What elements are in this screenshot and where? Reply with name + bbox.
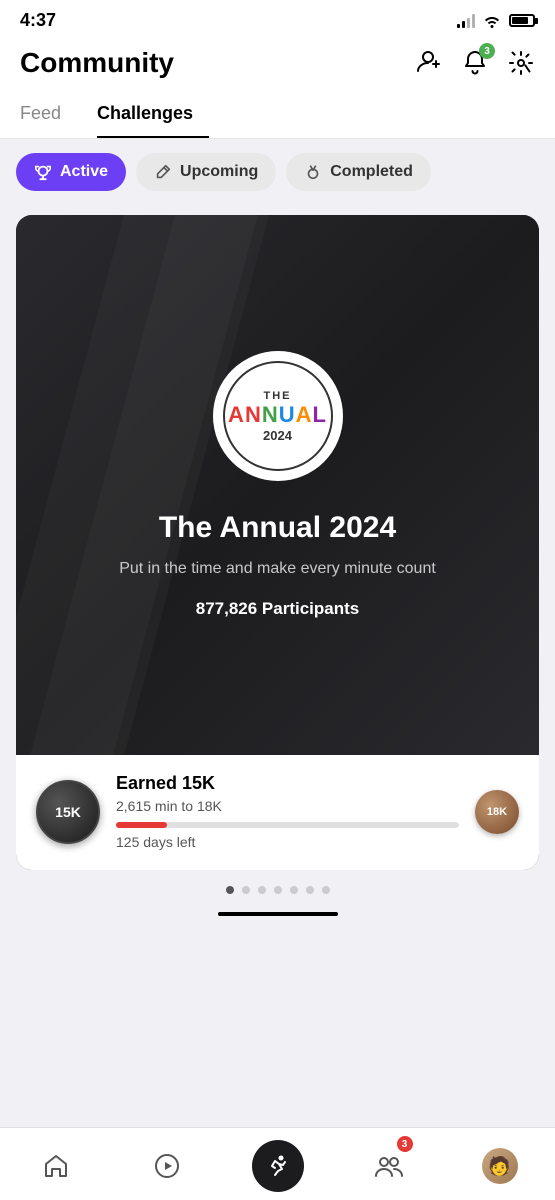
challenge-subtitle: Put in the time and make every minute co…: [119, 557, 436, 581]
status-time: 4:37: [20, 10, 56, 31]
tabs-bar: Feed Challenges: [0, 91, 555, 139]
dot-3[interactable]: [274, 886, 282, 894]
challenge-area: THE ANNUAL 2024 The Annual 2024 Put in t…: [0, 205, 555, 904]
activity-icon-wrap: [252, 1140, 304, 1192]
card-hero: THE ANNUAL 2024 The Annual 2024 Put in t…: [16, 215, 539, 755]
progress-bar: [116, 822, 459, 828]
settings-button[interactable]: [507, 49, 535, 77]
logo-the-text: THE: [264, 390, 292, 402]
notification-badge: 3: [479, 43, 495, 59]
next-medal-badge: 18K: [475, 790, 519, 834]
home-indicator: [218, 912, 338, 916]
nav-activity[interactable]: [252, 1140, 304, 1192]
app-header: Community 3: [0, 37, 555, 91]
logo-year-text: 2024: [263, 428, 292, 443]
dot-0[interactable]: [226, 886, 234, 894]
pencil-lines-icon: [154, 163, 172, 181]
signal-icon: [457, 14, 475, 28]
filter-completed[interactable]: Completed: [286, 153, 431, 191]
nav-home[interactable]: [30, 1140, 82, 1192]
status-bar: 4:37: [0, 0, 555, 37]
play-icon-wrap: [141, 1140, 193, 1192]
dot-5[interactable]: [306, 886, 314, 894]
tab-feed[interactable]: Feed: [20, 91, 77, 138]
profile-avatar: 🧑: [482, 1148, 518, 1184]
challenge-card[interactable]: THE ANNUAL 2024 The Annual 2024 Put in t…: [16, 215, 539, 870]
nav-profile[interactable]: 🧑: [474, 1140, 526, 1192]
header-icons: 3: [415, 49, 535, 77]
filter-upcoming[interactable]: Upcoming: [136, 153, 276, 191]
profile-icon-wrap: 🧑: [474, 1140, 526, 1192]
people-icon: [374, 1152, 404, 1180]
medal-icon: [304, 163, 322, 181]
progress-bar-fill: [116, 822, 167, 828]
nav-community[interactable]: 3: [363, 1140, 415, 1192]
home-icon: [42, 1152, 70, 1180]
page-title: Community: [20, 47, 174, 79]
challenge-title: The Annual 2024: [159, 511, 396, 545]
notification-button[interactable]: 3: [461, 49, 489, 77]
filter-bar: Active Upcoming Completed: [0, 139, 555, 205]
gear-icon: [507, 49, 535, 77]
challenge-participants: 877,826 Participants: [196, 599, 359, 619]
nav-play[interactable]: [141, 1140, 193, 1192]
earned-label: Earned 15K: [116, 773, 459, 794]
dot-4[interactable]: [290, 886, 298, 894]
progress-panel: 15K Earned 15K 2,615 min to 18K 125 days…: [16, 755, 539, 870]
minutes-label: 2,615 min to 18K: [116, 798, 459, 814]
add-person-icon: [415, 49, 443, 77]
carousel-dots: [16, 870, 539, 904]
dot-2[interactable]: [258, 886, 266, 894]
bottom-nav: 3 🧑: [0, 1127, 555, 1200]
dot-1[interactable]: [242, 886, 250, 894]
filter-active[interactable]: Active: [16, 153, 126, 191]
dot-6[interactable]: [322, 886, 330, 894]
add-person-button[interactable]: [415, 49, 443, 77]
days-label: 125 days left: [116, 834, 459, 850]
wifi-icon: [483, 14, 501, 28]
community-badge: 3: [397, 1136, 413, 1152]
home-icon-wrap: [30, 1140, 82, 1192]
status-icons: [457, 14, 535, 28]
trophy-icon: [34, 163, 52, 181]
logo-annual-text: ANNUAL: [228, 402, 327, 428]
challenge-logo: THE ANNUAL 2024: [213, 351, 343, 481]
tab-challenges[interactable]: Challenges: [97, 91, 209, 138]
battery-icon: [509, 14, 535, 27]
current-medal-badge: 15K: [36, 780, 100, 844]
play-icon: [153, 1152, 181, 1180]
progress-info: Earned 15K 2,615 min to 18K 125 days lef…: [116, 773, 459, 850]
run-icon: [265, 1153, 291, 1179]
